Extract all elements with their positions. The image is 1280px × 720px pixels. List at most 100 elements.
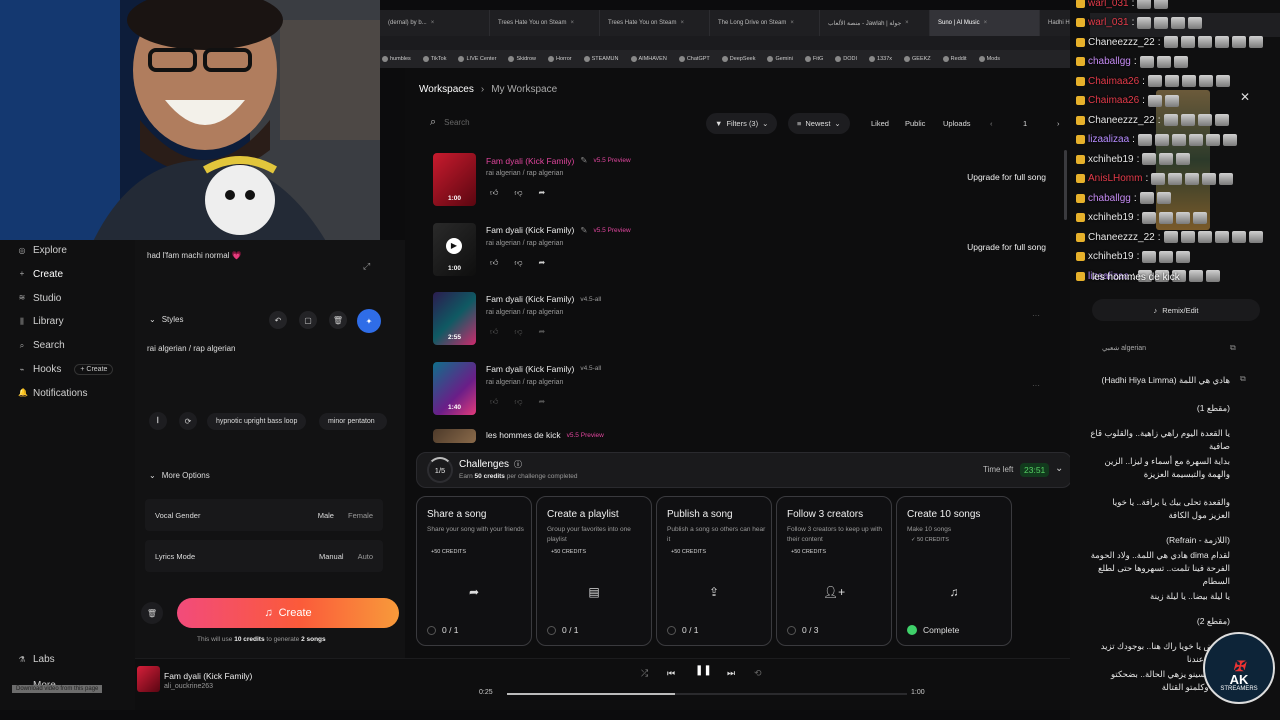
browser-tab[interactable]: Hadhi Hiya Limma - Goo...× <box>1040 10 1070 36</box>
song-title[interactable]: Fam dyali (Kick Family) ✎ v5.5 Preview <box>486 225 631 236</box>
next-page-icon[interactable]: › <box>1057 119 1060 128</box>
seek-bar[interactable] <box>507 693 907 695</box>
challenge-card[interactable]: Follow 3 creators Follow 3 creators to ke… <box>776 496 892 646</box>
thumbs-down-icon[interactable]: 👎︎ <box>514 327 522 337</box>
breadcrumb-workspaces[interactable]: Workspaces <box>419 84 474 95</box>
bookmark-item[interactable]: STEAMUN <box>583 56 619 62</box>
bookmark-item[interactable]: 1337x <box>869 56 892 62</box>
style-chip[interactable]: minor pentaton <box>319 413 387 430</box>
bookmark-item[interactable]: ChatGPT <box>678 56 710 62</box>
chevron-down-icon[interactable]: ⌄ <box>1055 463 1063 474</box>
shuffle-styles-icon[interactable]: ⟳ <box>179 412 197 430</box>
sidebar-item-create[interactable]: + Create <box>18 269 63 280</box>
bookmark-item[interactable]: AIMHAVEN <box>630 56 667 62</box>
close-tab-icon[interactable]: × <box>905 20 909 26</box>
bookmark-item[interactable]: TikTok <box>422 56 446 62</box>
song-cover[interactable]: ▶ 1:00 <box>433 222 476 276</box>
create-button[interactable]: ♫ Create <box>177 598 399 628</box>
now-playing-artist[interactable]: ali_ouckrine263 <box>164 683 213 690</box>
thumbs-down-icon[interactable]: 👎︎ <box>514 188 522 198</box>
sidebar-item-notifications[interactable]: 🔔 Notifications <box>18 388 87 399</box>
close-tab-icon[interactable]: × <box>984 20 988 26</box>
now-playing-title[interactable]: Fam dyali (Kick Family) <box>164 671 252 681</box>
copy-icon[interactable]: ⧉ <box>1230 343 1236 353</box>
sidebar-item-explore[interactable]: ◎ Explore <box>18 245 67 256</box>
bookmark-item[interactable]: Horror <box>548 56 572 62</box>
song-search[interactable]: ⌕ Search <box>430 116 690 129</box>
browser-tab[interactable]: Suno | AI Music × <box>930 10 1040 36</box>
manual-option[interactable]: Manual <box>319 552 344 561</box>
previous-icon[interactable]: ⏮ <box>667 668 675 679</box>
hooks-create-button[interactable]: + Create <box>74 364 114 375</box>
challenges-bar[interactable]: 1/5 Challenges ⓘ Earn 50 credits per chal… <box>416 452 1072 488</box>
song-list-scrollbar[interactable] <box>1064 150 1067 220</box>
next-icon[interactable]: ⏭ <box>727 668 735 679</box>
song-title[interactable]: les hommes de kick v5.5 Preview <box>486 430 604 440</box>
browser-tab[interactable]: (dernal) by b... × <box>380 10 490 36</box>
song-cover[interactable] <box>433 429 476 443</box>
song-cover[interactable]: 1:00 <box>433 153 476 206</box>
trash-icon[interactable]: 🗑 <box>329 311 347 329</box>
close-tab-icon[interactable]: × <box>571 20 575 26</box>
undo-icon[interactable]: ↶ <box>269 311 287 329</box>
bookmark-item[interactable]: GEEKZ <box>904 56 931 62</box>
sort-button[interactable]: ≡ Newest ⌄ <box>788 113 850 134</box>
song-cover[interactable]: 2:55 <box>433 292 476 345</box>
shuffle-icon[interactable]: ⤮ <box>641 668 648 679</box>
challenge-card[interactable]: Create a playlist Group your favorites in… <box>536 496 652 646</box>
song-row[interactable]: ▶ 1:00 Fam dyali (Kick Family) ✎ v5.5 Previe… <box>428 220 1058 282</box>
sidebar-item-studio[interactable]: ≋ Studio <box>18 293 62 304</box>
more-options-header[interactable]: ⌄ More Options <box>149 471 210 480</box>
thumbs-down-icon[interactable]: 👎︎ <box>514 397 522 407</box>
song-row[interactable]: 2:55 Fam dyali (Kick Family) v4.5-all rai a… <box>428 289 1058 351</box>
close-tab-icon[interactable]: × <box>431 20 435 26</box>
share-icon[interactable]: ➦ <box>539 397 546 407</box>
liked-filter[interactable]: Liked <box>871 119 889 128</box>
close-tab-icon[interactable]: × <box>681 20 685 26</box>
thumbs-up-icon[interactable]: 👍︎ <box>490 258 498 268</box>
bookmark-item[interactable]: LIVE Center <box>458 56 496 62</box>
style-chip[interactable]: hypnotic upright bass loop <box>207 413 307 430</box>
pencil-icon[interactable]: ✎ <box>580 225 587 236</box>
more-options-icon[interactable]: ··· <box>1032 311 1040 320</box>
bookmark-item[interactable]: Reddit <box>942 56 967 62</box>
challenge-card[interactable]: Share a song Share your song with your fr… <box>416 496 532 646</box>
share-icon[interactable]: ➦ <box>539 327 546 337</box>
male-option[interactable]: Male <box>318 511 334 520</box>
auto-option[interactable]: Auto <box>358 552 373 561</box>
thumbs-up-icon[interactable]: 👍︎ <box>490 327 498 337</box>
upgrade-full-song-button[interactable]: Upgrade for full song <box>967 172 1046 182</box>
search-input[interactable]: Search <box>444 118 469 127</box>
song-title[interactable]: Fam dyali (Kick Family) ✎ v5.5 Preview <box>486 155 631 166</box>
copy-icon[interactable]: ▢ <box>299 311 317 329</box>
play-icon[interactable]: ▶ <box>446 237 462 254</box>
lyrics-textarea[interactable]: had l'fam machi normal 💗 <box>147 251 242 260</box>
thumbs-down-icon[interactable]: 👎︎ <box>514 258 522 268</box>
thumbs-up-icon[interactable]: 👍︎ <box>490 397 498 407</box>
bookmark-item[interactable]: humbles <box>382 56 411 62</box>
challenge-card[interactable]: Create 10 songs Make 10 songs ✓ 50 CREDITS… <box>896 496 1012 646</box>
filters-button[interactable]: ▼ Filters (3) ⌄ <box>706 113 778 134</box>
uploads-filter[interactable]: Uploads <box>943 119 971 128</box>
song-title[interactable]: Fam dyali (Kick Family) v4.5-all <box>486 294 601 304</box>
close-tab-icon[interactable]: × <box>790 20 794 26</box>
now-playing-cover[interactable] <box>137 666 160 692</box>
bookmark-item[interactable]: DODI <box>835 56 857 62</box>
magic-wand-icon[interactable]: ✦ <box>357 309 381 333</box>
song-row[interactable]: 1:00 Fam dyali (Kick Family) ✎ v5.5 Preview… <box>428 150 1058 212</box>
bookmark-item[interactable]: Gemini <box>767 56 793 62</box>
song-title[interactable]: Fam dyali (Kick Family) v4.5-all <box>486 364 601 374</box>
browser-tab[interactable]: منصة الألعاب - Jawlah | جولة × <box>820 10 930 36</box>
bookmark-item[interactable]: Skidrow <box>508 56 536 62</box>
more-options-icon[interactable]: ··· <box>1032 381 1040 390</box>
browser-tab[interactable]: Trees Hate You on Steam × <box>600 10 710 36</box>
bookmark-item[interactable]: FitG <box>804 56 823 62</box>
pencil-icon[interactable]: ✎ <box>580 155 587 166</box>
song-row[interactable]: 1:40 Fam dyali (Kick Family) v4.5-all rai a… <box>428 359 1058 421</box>
bookmark-item[interactable]: DeepSeek <box>721 56 755 62</box>
challenge-card[interactable]: Publish a song Publish a song so others c… <box>656 496 772 646</box>
library-icon[interactable]: 𝄃 <box>149 412 167 430</box>
styles-input[interactable]: rai algerian / rap algerian <box>147 344 236 353</box>
clear-trash-icon[interactable]: 🗑 <box>141 602 163 624</box>
browser-tab[interactable]: The Long Drive on Steam × <box>710 10 820 36</box>
